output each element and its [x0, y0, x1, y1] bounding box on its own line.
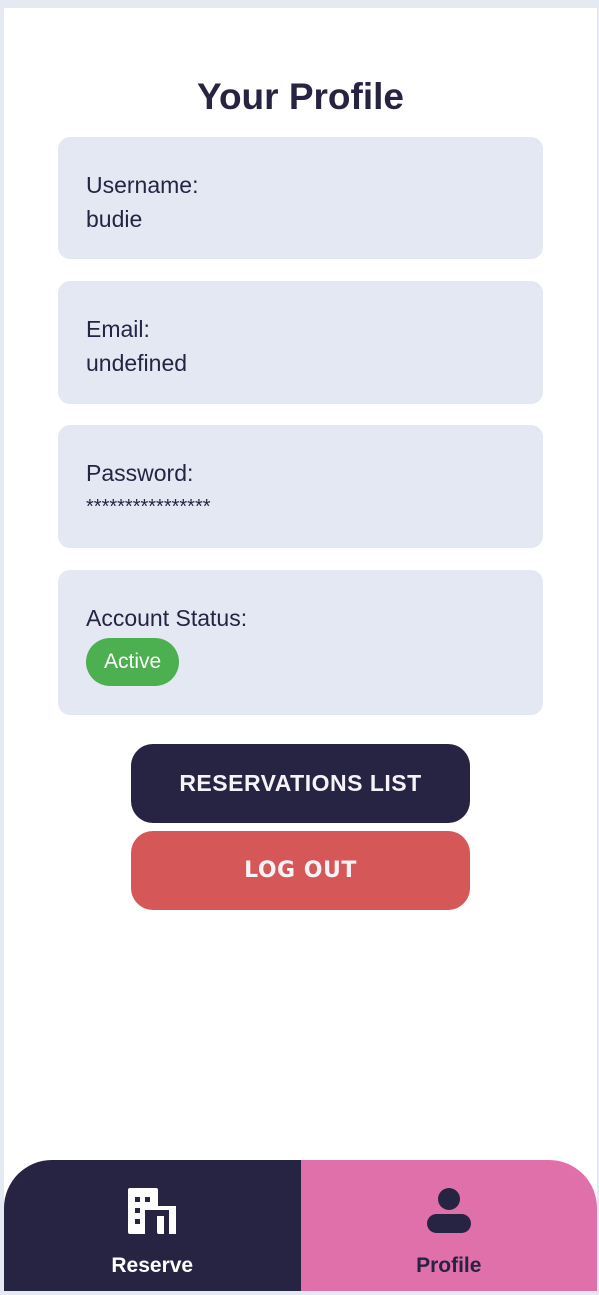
page-title: Your Profile: [197, 76, 404, 117]
password-value: ****************: [86, 496, 211, 518]
status-label: Account Status:: [86, 605, 248, 631]
profile-screen: Your Profile Username: budie Email: unde…: [4, 8, 597, 1291]
bottom-nav: Reserve Profile: [4, 1160, 597, 1291]
nav-item-profile[interactable]: Profile: [300, 1160, 597, 1291]
reservations-list-button[interactable]: RESERVATIONS LIST: [131, 744, 470, 823]
password-card: Password: ****************: [58, 425, 543, 548]
username-card: Username: budie: [58, 137, 543, 259]
nav-label-profile: Profile: [416, 1254, 482, 1277]
username-value: budie: [86, 206, 143, 232]
email-label: Email:: [86, 316, 150, 342]
username-label: Username:: [86, 172, 199, 198]
password-label: Password:: [86, 460, 194, 486]
logout-button[interactable]: LOG OUT: [131, 831, 470, 910]
nav-label-reserve: Reserve: [111, 1254, 194, 1277]
building-icon: [128, 1188, 177, 1234]
status-badge: Active: [86, 638, 180, 686]
user-icon: [425, 1188, 473, 1234]
status-card: Account Status: Active: [58, 570, 543, 715]
email-value: undefined: [86, 350, 188, 376]
nav-item-reserve[interactable]: Reserve: [4, 1160, 301, 1291]
email-card: Email: undefined: [58, 281, 543, 404]
